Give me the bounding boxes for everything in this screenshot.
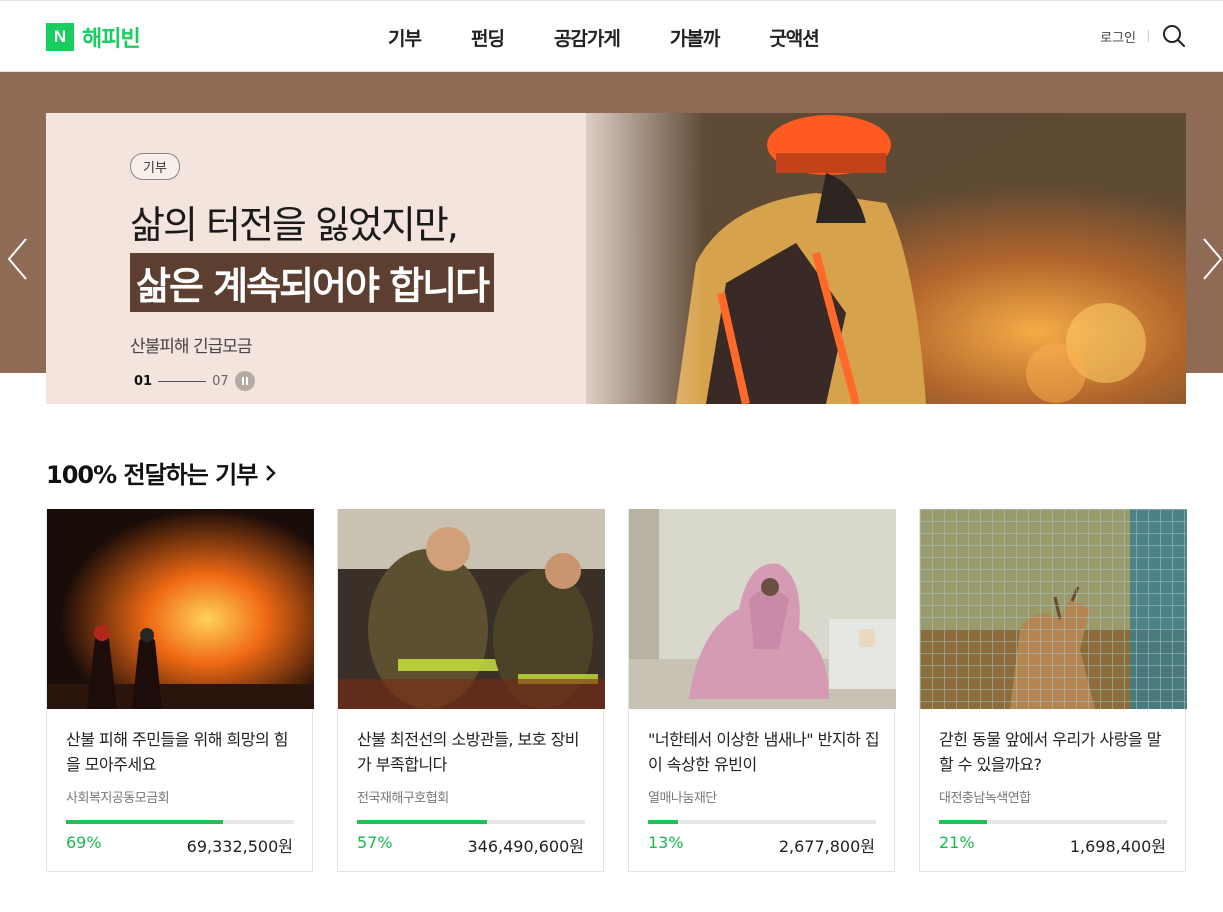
pager-progress-line — [158, 380, 207, 382]
card-amount: 1,698,400원 — [1069, 837, 1166, 856]
hero-slide[interactable]: 기부 삶의 터전을 잃었지만, 삶은 계속되어야 합니다 산불피해 긴급모금 0… — [46, 113, 1186, 404]
caged-deer-photo — [920, 509, 1187, 709]
login-link[interactable]: 로그인 — [1100, 27, 1136, 46]
progress-fill — [648, 820, 678, 824]
main-nav: 기부 펀딩 공감가게 가볼까 굿액션 — [388, 24, 869, 51]
divider — [1148, 30, 1149, 42]
card-amount: 346,490,600원 — [467, 837, 584, 856]
headline-line2: 삶은 계속되어야 합니다 — [130, 253, 495, 312]
logo[interactable]: N 해피빈 — [46, 21, 141, 53]
header-utility: 로그인 — [1100, 23, 1187, 49]
chevron-right-icon — [266, 464, 277, 481]
progress-bar — [66, 820, 294, 824]
card-amount: 69,332,500원 — [186, 837, 293, 856]
card-title: "너한테서 이상한 냄새나" 반지하 집이 속상한 유빈이 — [648, 730, 880, 774]
search-icon — [1163, 25, 1185, 47]
pager-current: 01 — [134, 373, 153, 389]
card-amount: 2,677,800원 — [778, 837, 875, 856]
nav-item-store[interactable]: 공감가게 — [554, 24, 621, 51]
slide-content: 기부 삶의 터전을 잃었지만, 삶은 계속되어야 합니다 산불피해 긴급모금 0… — [130, 153, 495, 391]
progress-bar — [648, 820, 876, 824]
donation-card[interactable]: "너한테서 이상한 냄새나" 반지하 집이 속상한 유빈이 열매나눔재단 13%… — [628, 509, 896, 872]
prev-slide-arrow-icon[interactable] — [6, 237, 30, 281]
progress-bar — [939, 820, 1167, 824]
card-title: 갇힌 동물 앞에서 우리가 사랑을 말할 수 있을까요? — [939, 730, 1162, 774]
donation-card[interactable]: 산불 최전선의 소방관들, 보호 장비가 부족합니다 전국재해구호협회 57% … — [337, 509, 605, 872]
card-organization: 전국재해구호협회 — [357, 791, 449, 806]
firefighters-photo — [338, 509, 605, 709]
next-slide-arrow-icon[interactable] — [1200, 237, 1223, 281]
card-title: 산불 최전선의 소방관들, 보호 장비가 부족합니다 — [357, 730, 580, 774]
pause-button[interactable] — [234, 371, 255, 391]
progress-bar — [357, 820, 585, 824]
card-percent: 69% — [66, 833, 102, 852]
headline-line1: 삶의 터전을 잃었지만, — [130, 203, 459, 247]
progress-fill — [66, 820, 224, 824]
card-title: 산불 피해 주민들을 위해 희망의 힘을 모아주세요 — [66, 730, 289, 774]
nav-item-goodaction[interactable]: 굿액션 — [769, 24, 819, 51]
slide-subtitle: 산불피해 긴급모금 — [130, 337, 253, 357]
card-organization: 열매나눔재단 — [648, 791, 717, 806]
pause-icon — [241, 377, 244, 385]
progress-fill — [357, 820, 487, 824]
slide-pager: 01 07 — [130, 371, 494, 391]
site-header: N 해피빈 기부 펀딩 공감가게 가볼까 굿액션 로그인 — [0, 0, 1223, 72]
progress-fill — [939, 820, 987, 824]
nav-item-donate[interactable]: 기부 — [388, 24, 422, 51]
logo-mark: N — [46, 23, 74, 51]
donation-card-list: 산불 피해 주민들을 위해 희망의 힘을 모아주세요 사회복지공동모금회 69%… — [46, 509, 1210, 872]
child-blanket-photo — [629, 509, 896, 709]
card-organization: 대전충남녹색연합 — [939, 791, 1031, 806]
card-percent: 57% — [357, 833, 393, 852]
section-title-link[interactable]: 100% 전달하는 기부 — [46, 455, 277, 490]
donation-card[interactable]: 산불 피해 주민들을 위해 희망의 힘을 모아주세요 사회복지공동모금회 69%… — [46, 509, 314, 872]
card-organization: 사회복지공동모금회 — [66, 791, 170, 806]
card-percent: 21% — [939, 833, 975, 852]
donation-card[interactable]: 갇힌 동물 앞에서 우리가 사랑을 말할 수 있을까요? 대전충남녹색연합 21… — [919, 509, 1187, 872]
wildfire-photo — [47, 509, 314, 709]
nav-item-funding[interactable]: 펀딩 — [471, 24, 505, 51]
category-tag: 기부 — [130, 153, 180, 180]
photo-fade — [566, 113, 706, 404]
search-button[interactable] — [1161, 23, 1187, 49]
nav-item-visit[interactable]: 가볼까 — [670, 24, 720, 51]
logo-text: 해피빈 — [82, 27, 141, 52]
card-percent: 13% — [648, 833, 684, 852]
pager-total: 07 — [212, 373, 229, 389]
section-title: 100% 전달하는 기부 — [46, 461, 258, 489]
